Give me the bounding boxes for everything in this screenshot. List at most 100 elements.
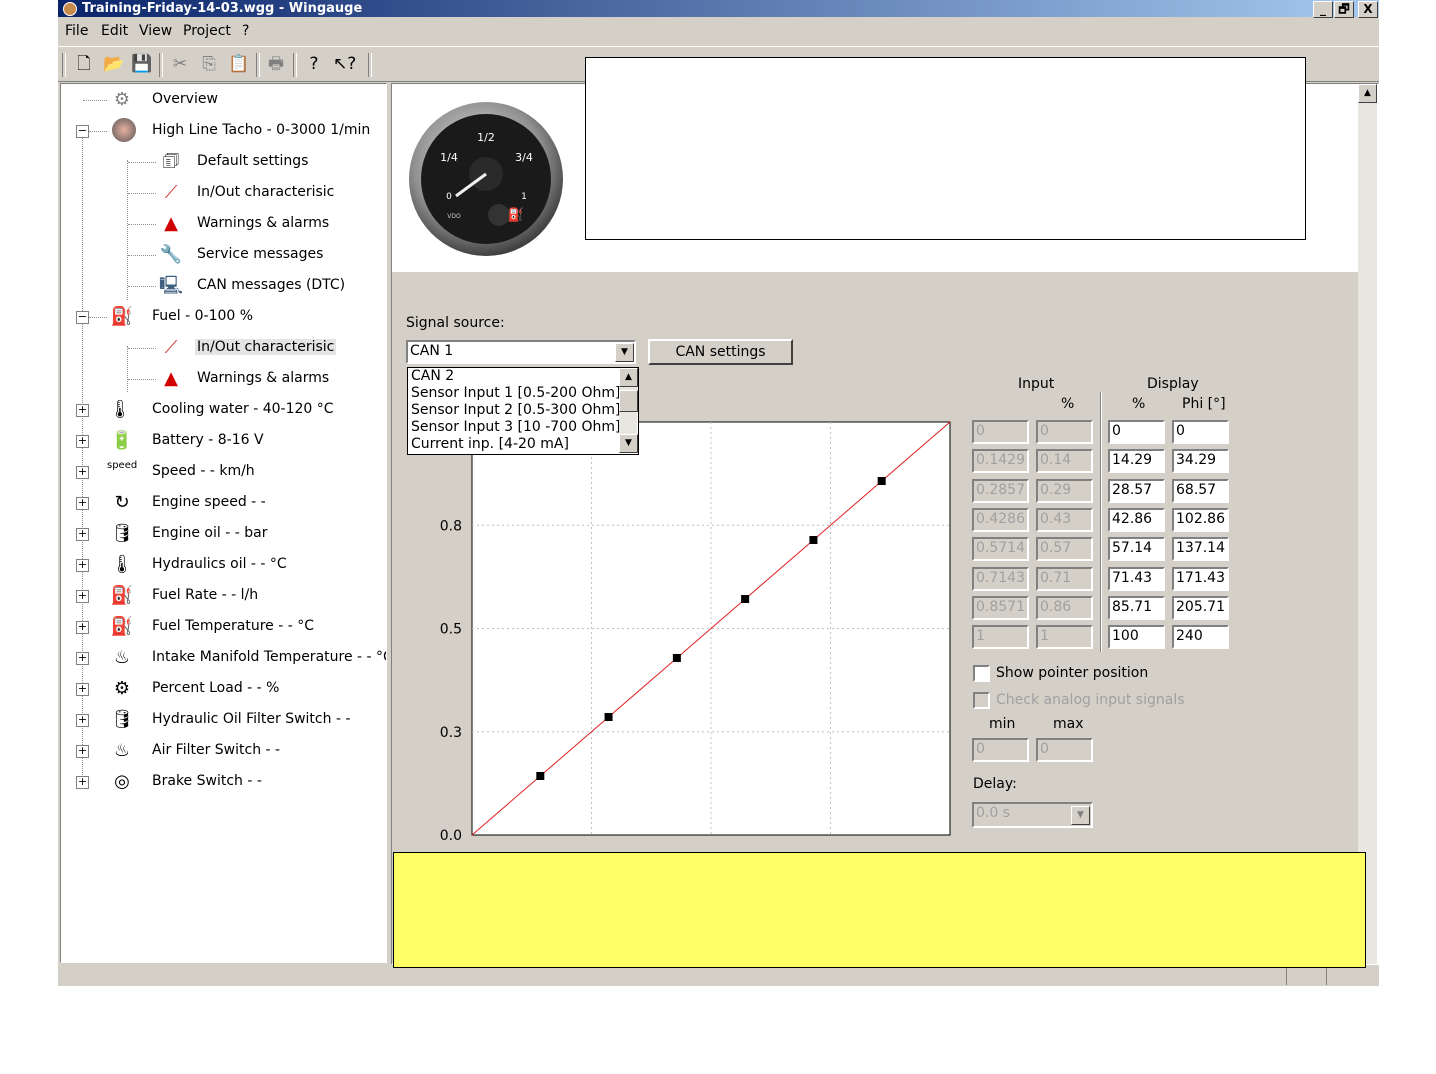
expand-icon[interactable]: + (76, 497, 89, 510)
context-help-icon[interactable]: ↖? (333, 53, 356, 75)
input-raw-field[interactable]: 0.4286 (972, 507, 1029, 532)
expand-icon[interactable]: + (76, 466, 89, 479)
expand-icon[interactable]: + (76, 621, 89, 634)
display-phi-field[interactable]: 137.14 (1172, 537, 1229, 562)
tree-item-fuel-inout[interactable]: ⟋ In/Out characterisic (61, 334, 381, 362)
expand-icon[interactable]: + (76, 590, 89, 603)
min-field[interactable]: 0 (972, 738, 1029, 762)
dropdown-scrollbar[interactable]: ▲ ▼ (619, 368, 638, 453)
display-phi-field[interactable]: 205.71 (1172, 595, 1229, 620)
input-pct-field[interactable]: 0.71 (1036, 566, 1093, 591)
expand-icon[interactable]: + (76, 683, 89, 696)
tree-item-percent-load[interactable]: + ⚙ Percent Load - - % (61, 675, 381, 703)
tree-item-inout[interactable]: ⟋ In/Out characterisic (61, 179, 381, 207)
dropdown-option[interactable]: Sensor Input 2 [0.5-300 Ohm] (411, 402, 620, 418)
tree-item-speed[interactable]: + speed Speed - - km/h (61, 458, 381, 486)
input-raw-field[interactable]: 0.7143 (972, 566, 1029, 591)
display-phi-field[interactable]: 0 (1172, 420, 1229, 444)
show-pointer-checkbox[interactable] (973, 665, 990, 682)
display-pct-field[interactable]: 85.71 (1108, 595, 1165, 620)
signal-source-dropdown[interactable]: CAN 2 Sensor Input 1 [0.5-200 Ohm] Senso… (407, 367, 639, 455)
expand-icon[interactable]: + (76, 559, 89, 572)
input-pct-field[interactable]: 0.43 (1036, 507, 1093, 532)
chevron-down-icon[interactable]: ▼ (1071, 806, 1090, 825)
expand-icon[interactable]: + (76, 776, 89, 789)
input-pct-field[interactable]: 0.86 (1036, 595, 1093, 620)
expand-icon[interactable]: + (76, 528, 89, 541)
project-tree[interactable]: ⚙ Overview − High Line Tacho - 0-3000 1/… (60, 83, 387, 963)
expand-icon[interactable]: + (76, 745, 89, 758)
display-pct-field[interactable]: 100 (1108, 625, 1165, 650)
input-raw-field[interactable]: 1 (972, 625, 1029, 650)
tree-item-fuel-rate[interactable]: + ⛽ Fuel Rate - - l/h (61, 582, 381, 610)
menu-help[interactable]: ? (242, 23, 249, 39)
display-phi-field[interactable]: 240 (1172, 625, 1229, 650)
dropdown-option[interactable]: Sensor Input 1 [0.5-200 Ohm] (411, 385, 620, 401)
display-pct-field[interactable]: 71.43 (1108, 566, 1165, 591)
tree-item-fuel-warnings[interactable]: ▲ Warnings & alarms (61, 365, 381, 393)
input-pct-field[interactable]: 0.14 (1036, 449, 1093, 474)
check-analog-checkbox[interactable] (973, 692, 990, 709)
scroll-down-button[interactable]: ▼ (619, 434, 638, 453)
tree-item-battery[interactable]: + 🔋 Battery - 8-16 V (61, 427, 381, 455)
tree-item-service[interactable]: 🔧 Service messages (61, 241, 381, 269)
tree-item-warnings[interactable]: ▲ Warnings & alarms (61, 210, 381, 238)
display-phi-field[interactable]: 102.86 (1172, 507, 1229, 532)
display-pct-field[interactable]: 14.29 (1108, 449, 1165, 474)
display-pct-field[interactable]: 0 (1108, 420, 1165, 444)
input-raw-field[interactable]: 0.5714 (972, 537, 1029, 562)
display-phi-field[interactable]: 171.43 (1172, 566, 1229, 591)
delay-select[interactable]: 0.0 s ▼ (972, 802, 1093, 828)
scroll-up-button[interactable]: ▲ (619, 368, 638, 387)
scroll-up-button[interactable]: ▲ (1358, 84, 1377, 103)
minimize-button[interactable]: _ (1313, 1, 1333, 18)
tree-item-intake-manifold[interactable]: + ♨ Intake Manifold Temperature - - °C (61, 644, 386, 672)
dropdown-option[interactable]: Sensor Input 3 [10 -700 Ohm] (411, 419, 620, 435)
tree-item-default-settings[interactable]: 🗊 Default settings (61, 148, 381, 176)
tree-item-tacho[interactable]: − High Line Tacho - 0-3000 1/min (61, 117, 381, 145)
tree-item-engine-oil[interactable]: + 🛢 Engine oil - - bar (61, 520, 381, 548)
menu-file[interactable]: File (65, 23, 88, 39)
display-phi-field[interactable]: 34.29 (1172, 449, 1229, 474)
menu-project[interactable]: Project (183, 23, 231, 39)
tree-item-can-messages[interactable]: 🖳 CAN messages (DTC) (61, 272, 381, 300)
can-settings-button[interactable]: CAN settings (648, 339, 793, 365)
tree-item-hydraulics-oil[interactable]: + 🌡 Hydraulics oil - - °C (61, 551, 381, 579)
expand-icon[interactable]: + (76, 435, 89, 448)
tree-item-cooling[interactable]: + 🌡 Cooling water - 40-120 °C (61, 396, 381, 424)
display-pct-field[interactable]: 42.86 (1108, 507, 1165, 532)
restore-button[interactable]: 🗗 (1334, 1, 1354, 18)
print-icon[interactable]: 🖶 (265, 53, 287, 75)
save-icon[interactable]: 💾 (131, 53, 153, 75)
input-pct-field[interactable]: 0.57 (1036, 537, 1093, 562)
input-pct-field[interactable]: 0 (1036, 420, 1093, 444)
collapse-icon[interactable]: − (76, 311, 89, 324)
copy-icon[interactable]: ⎘ (198, 53, 220, 75)
tree-item-hydraulic-filter[interactable]: + 🛢 Hydraulic Oil Filter Switch - - (61, 706, 381, 734)
collapse-icon[interactable]: − (76, 125, 89, 138)
characteristic-chart[interactable]: 0.0 0.3 0.5 0.8 (432, 412, 962, 852)
input-raw-field[interactable]: 0.2857 (972, 478, 1029, 503)
tree-item-engine-speed[interactable]: + ↻ Engine speed - - (61, 489, 381, 517)
scroll-thumb[interactable] (619, 390, 638, 412)
tree-item-brake[interactable]: + ◎ Brake Switch - - (61, 768, 381, 796)
open-icon[interactable]: 📂 (103, 53, 125, 75)
menu-view[interactable]: View (139, 23, 172, 39)
display-phi-field[interactable]: 68.57 (1172, 478, 1229, 503)
expand-icon[interactable]: + (76, 404, 89, 417)
tree-item-fuel[interactable]: − ⛽ Fuel - 0-100 % (61, 303, 381, 331)
tree-item-air-filter[interactable]: + ♨ Air Filter Switch - - (61, 737, 381, 765)
expand-icon[interactable]: + (76, 714, 89, 727)
input-raw-field[interactable]: 0 (972, 420, 1029, 444)
new-icon[interactable]: 🗋 (73, 53, 95, 75)
input-raw-field[interactable]: 0.1429 (972, 449, 1029, 474)
dropdown-option[interactable]: Current inp. [4-20 mA] (411, 436, 569, 452)
input-pct-field[interactable]: 1 (1036, 625, 1093, 650)
close-button[interactable]: X (1358, 1, 1378, 18)
expand-icon[interactable]: + (76, 652, 89, 665)
tree-item-overview[interactable]: ⚙ Overview (61, 86, 381, 114)
max-field[interactable]: 0 (1036, 738, 1093, 762)
help-icon[interactable]: ? (303, 53, 325, 75)
paste-icon[interactable]: 📋 (228, 53, 250, 75)
cut-icon[interactable]: ✂ (169, 53, 191, 75)
